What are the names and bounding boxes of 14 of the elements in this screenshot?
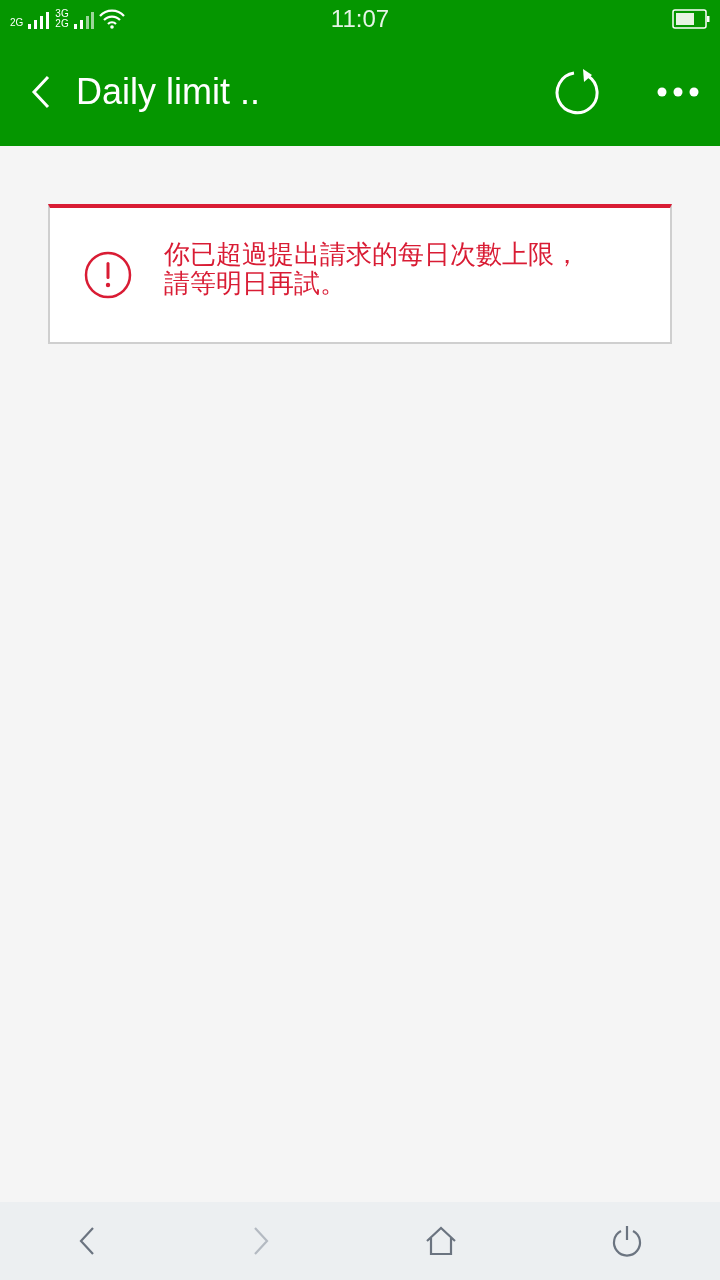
network-label: 3G — [55, 9, 69, 19]
network-label: 2G — [55, 19, 69, 29]
back-button[interactable] — [30, 74, 52, 110]
signal-icon — [28, 11, 51, 29]
page-title: Daily limit .. — [76, 71, 260, 113]
battery-icon — [672, 9, 710, 29]
wifi-icon — [98, 9, 125, 29]
clock-time: 11:07 — [330, 5, 390, 33]
error-message: 你已超過提出請求的每日次數上限，請等明日再試。 — [164, 240, 581, 298]
refresh-button[interactable] — [554, 68, 602, 116]
signal-icon — [73, 11, 94, 29]
alert-icon — [84, 251, 132, 299]
more-button[interactable] — [656, 86, 700, 98]
network-label: 2G — [10, 17, 24, 28]
